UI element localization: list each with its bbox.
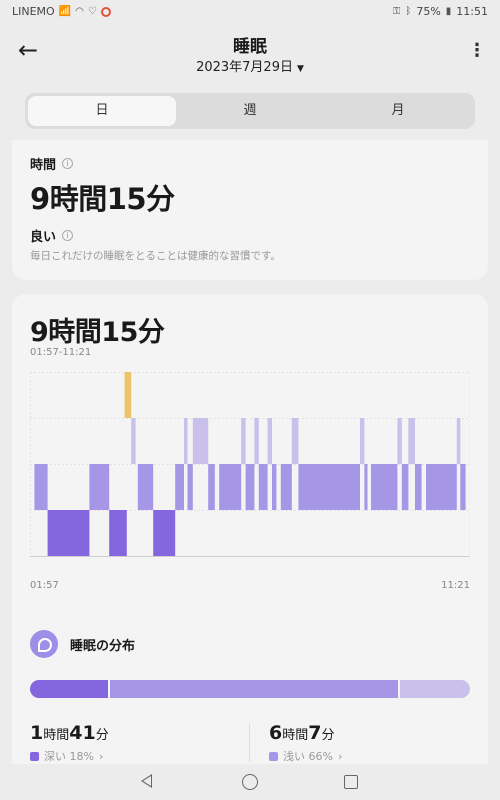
nav-back-icon[interactable] bbox=[141, 774, 152, 788]
distribution-segment-light bbox=[110, 680, 399, 698]
sleep-segment-light bbox=[415, 464, 422, 510]
page-title: 睡眠 bbox=[233, 37, 267, 57]
nav-home-icon[interactable] bbox=[242, 774, 258, 790]
sleep-segment-light bbox=[137, 464, 154, 510]
sleep-segment-rem bbox=[131, 418, 136, 464]
time-label-row: 時間 i bbox=[30, 154, 74, 173]
deep-sleep-duration: 1時間41分 bbox=[30, 722, 109, 744]
status-bar: LINEMO 📶 ◠ ♡ ⚿ ᛒ 75% ▮ 11:51 bbox=[0, 0, 500, 24]
key-icon: ⚿ bbox=[392, 6, 401, 17]
summary-card: 時間 i 9時間15分 良い i 毎日これだけの睡眠をとることは健康的な習慣です… bbox=[12, 140, 488, 280]
clock: 11:51 bbox=[456, 5, 488, 18]
battery-icon: ▮ bbox=[445, 6, 452, 17]
tab-week[interactable]: 週 bbox=[176, 96, 324, 126]
deep-sleep-label: 深い 18% bbox=[44, 750, 94, 763]
sleep-segment-rem bbox=[192, 418, 209, 464]
distribution-title: 睡眠の分布 bbox=[70, 638, 136, 654]
period-tabs: 日 週 月 bbox=[25, 93, 475, 129]
sleep-stage-chart[interactable] bbox=[30, 372, 470, 572]
light-sleep-stat: 6時間7分 浅い 66% › bbox=[269, 722, 342, 764]
system-nav-bar bbox=[0, 764, 500, 800]
sleep-detail-card: 9時間15分 01:57-11:21 01:57 11:21 睡眠の分布 1時間… bbox=[12, 294, 488, 774]
signal-icon: 📶 bbox=[58, 6, 72, 17]
distribution-segment-rem bbox=[400, 680, 470, 698]
sleep-segment-rem bbox=[456, 418, 461, 464]
record-icon bbox=[100, 6, 111, 17]
pie-chart-icon bbox=[30, 630, 58, 658]
sleep-segment-light bbox=[89, 464, 110, 510]
sleep-segment-deep bbox=[47, 510, 90, 556]
deep-legend-swatch bbox=[30, 751, 39, 761]
distribution-segment-deep bbox=[30, 680, 109, 698]
sleep-segment-light bbox=[371, 464, 398, 510]
x-tick-end: 11:21 bbox=[441, 580, 470, 591]
distribution-header: 睡眠の分布 bbox=[30, 630, 135, 658]
sleep-segment-light bbox=[219, 464, 242, 510]
rating-label: 良い bbox=[30, 230, 57, 245]
bluetooth-icon: ᛒ bbox=[405, 6, 412, 17]
sleep-segment-light bbox=[460, 464, 466, 510]
tab-day[interactable]: 日 bbox=[28, 96, 176, 126]
sleep-segment-deep bbox=[153, 510, 176, 556]
light-legend-swatch bbox=[269, 751, 278, 761]
nav-recents-icon[interactable] bbox=[344, 775, 358, 789]
app-header: ← 睡眠 2023年7月29日 ▼ ⋮ bbox=[0, 26, 500, 82]
rating-row: 良い i bbox=[30, 226, 74, 245]
sleep-duration: 9時間15分 bbox=[30, 182, 175, 216]
sleep-segment-rem bbox=[267, 418, 272, 464]
sleep-segment-rem bbox=[360, 418, 365, 464]
info-icon[interactable]: i bbox=[62, 158, 74, 169]
chevron-right-icon[interactable]: › bbox=[338, 750, 342, 763]
light-sleep-label: 浅い 66% bbox=[283, 750, 333, 763]
date-selector[interactable]: 2023年7月29日 ▼ bbox=[0, 56, 500, 75]
sleep-segment-rem bbox=[184, 418, 188, 464]
stat-divider bbox=[249, 724, 250, 762]
sleep-segment-rem bbox=[397, 418, 402, 464]
chevron-right-icon[interactable]: › bbox=[99, 750, 103, 763]
carrier-label: LINEMO bbox=[12, 5, 55, 18]
sleep-segment-light bbox=[187, 464, 193, 510]
sleep-segment-light bbox=[258, 464, 268, 510]
sleep-segment-rem bbox=[241, 418, 246, 464]
sleep-segment-rem bbox=[408, 418, 415, 464]
sleep-segment-rem bbox=[254, 418, 259, 464]
deep-sleep-stat: 1時間41分 深い 18% › bbox=[30, 722, 109, 764]
sleep-segment-light bbox=[298, 464, 360, 510]
sleep-segment-light bbox=[401, 464, 409, 510]
detail-duration: 9時間15分 bbox=[30, 317, 165, 348]
sleep-segment-light bbox=[175, 464, 184, 510]
light-sleep-duration: 6時間7分 bbox=[269, 722, 335, 744]
info-icon[interactable]: i bbox=[62, 230, 74, 241]
sleep-segment-deep bbox=[109, 510, 127, 556]
date-label: 2023年7月29日 bbox=[196, 60, 293, 75]
time-label: 時間 bbox=[30, 158, 57, 173]
time-range: 01:57-11:21 bbox=[30, 347, 92, 358]
caret-down-icon: ▼ bbox=[296, 64, 304, 74]
distribution-bar bbox=[30, 680, 470, 698]
battery-level: 75% bbox=[416, 5, 441, 18]
sleep-segment-light bbox=[272, 464, 277, 510]
more-options-icon[interactable]: ⋮ bbox=[468, 40, 486, 64]
tab-month[interactable]: 月 bbox=[324, 96, 472, 126]
sleep-segment-awake bbox=[124, 372, 132, 418]
shield-icon: ♡ bbox=[87, 6, 97, 17]
sleep-segment-light bbox=[280, 464, 292, 510]
wifi-icon: ◠ bbox=[75, 6, 84, 17]
sleep-segment-light bbox=[34, 464, 48, 510]
sleep-segment-light bbox=[364, 464, 368, 510]
rating-description: 毎日これだけの睡眠をとることは健康的な習慣です。 bbox=[30, 250, 281, 262]
sleep-segment-light bbox=[426, 464, 457, 510]
sleep-segment-light bbox=[245, 464, 255, 510]
sleep-segment-rem bbox=[291, 418, 299, 464]
x-tick-start: 01:57 bbox=[30, 580, 59, 591]
sleep-segment-light bbox=[208, 464, 215, 510]
